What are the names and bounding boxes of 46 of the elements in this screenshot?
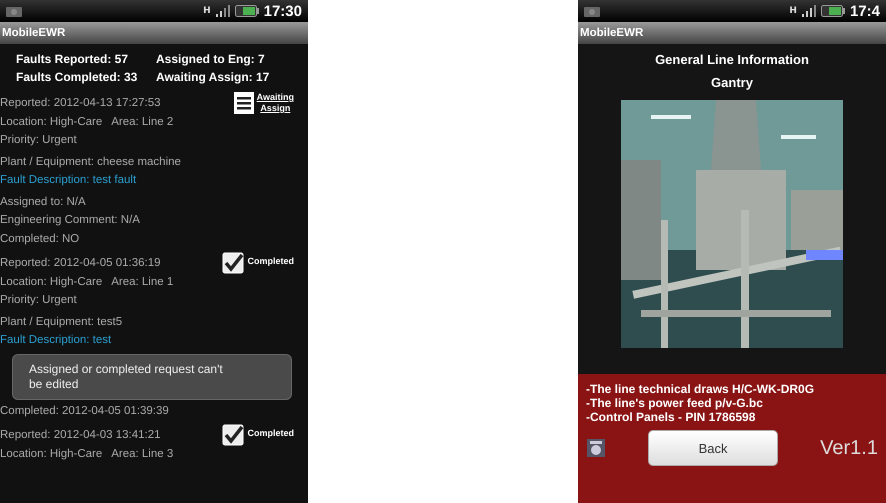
status-label: Completed (247, 256, 294, 267)
record-line: Plant / Equipment: cheese machine (0, 154, 181, 170)
record-line: Location: High-Care Area: Line 1 (0, 274, 174, 290)
camera-icon (6, 5, 22, 17)
record-line: Completed: 2012-04-05 01:39:39 (0, 404, 169, 418)
checkbox-checked-icon[interactable] (222, 252, 244, 274)
back-button[interactable]: Back (648, 430, 778, 466)
record-line: Priority: Urgent (0, 293, 77, 308)
record-line: Location: High-Care Area: Line 3 (0, 446, 174, 462)
stat-label: Awaiting Assign: 17 (156, 70, 270, 84)
signal-icon (802, 5, 816, 17)
stat-label: Faults Reported: 57 (16, 52, 130, 66)
record-line: Engineering Comment: N/A (0, 213, 140, 228)
stat-label: Assigned to Eng: 7 (156, 52, 266, 66)
info-line: -The line's power feed p/v-G.bc (586, 396, 764, 410)
record-line: Priority: Urgent (0, 133, 77, 148)
record-line: Reported: 2012-04-05 01:36:19 (0, 256, 160, 271)
record-line: Location: High-Care Area: Line 2 (0, 114, 174, 130)
status-label: Awaiting Assign (256, 92, 294, 114)
checkbox-checked-icon[interactable] (222, 424, 244, 446)
network-type: H (203, 6, 211, 16)
fault-description-link[interactable]: Fault Description: test fault (0, 171, 136, 190)
info-line: -The line technical draws H/C-WK-DR0G (586, 382, 816, 396)
record-line: Reported: 2012-04-13 17:27:53 (0, 96, 160, 111)
record-line: Reported: 2012-04-03 13:41:21 (0, 428, 160, 443)
version-label: Ver1.1 (820, 436, 878, 460)
toast-message: Assigned or completed request can't be edited (12, 354, 292, 400)
list-icon[interactable] (234, 92, 254, 114)
battery-icon (234, 5, 259, 17)
record-line: Plant / Equipment: test5 (0, 314, 122, 330)
camera-icon (584, 5, 600, 17)
app-title-bar: MobileEWR (578, 22, 886, 44)
screen-heading: General Line Information (655, 52, 809, 67)
record-line: Completed: NO (0, 232, 80, 246)
network-type: H (789, 6, 797, 16)
line-name: Gantry (711, 75, 753, 90)
signal-icon (216, 5, 230, 17)
fault-description-link[interactable]: Fault Description: test (0, 331, 112, 350)
status-label: Completed (247, 428, 294, 439)
status-time: 17:30 (264, 2, 302, 20)
status-time: 17:4 (850, 2, 880, 20)
record-line: Assigned to: N/A (0, 194, 86, 210)
info-line: -Control Panels - PIN 1786598 (586, 410, 756, 424)
stat-label: Faults Completed: 33 (16, 70, 138, 84)
battery-icon (820, 5, 845, 17)
app-title-bar: MobileEWR (0, 22, 308, 44)
